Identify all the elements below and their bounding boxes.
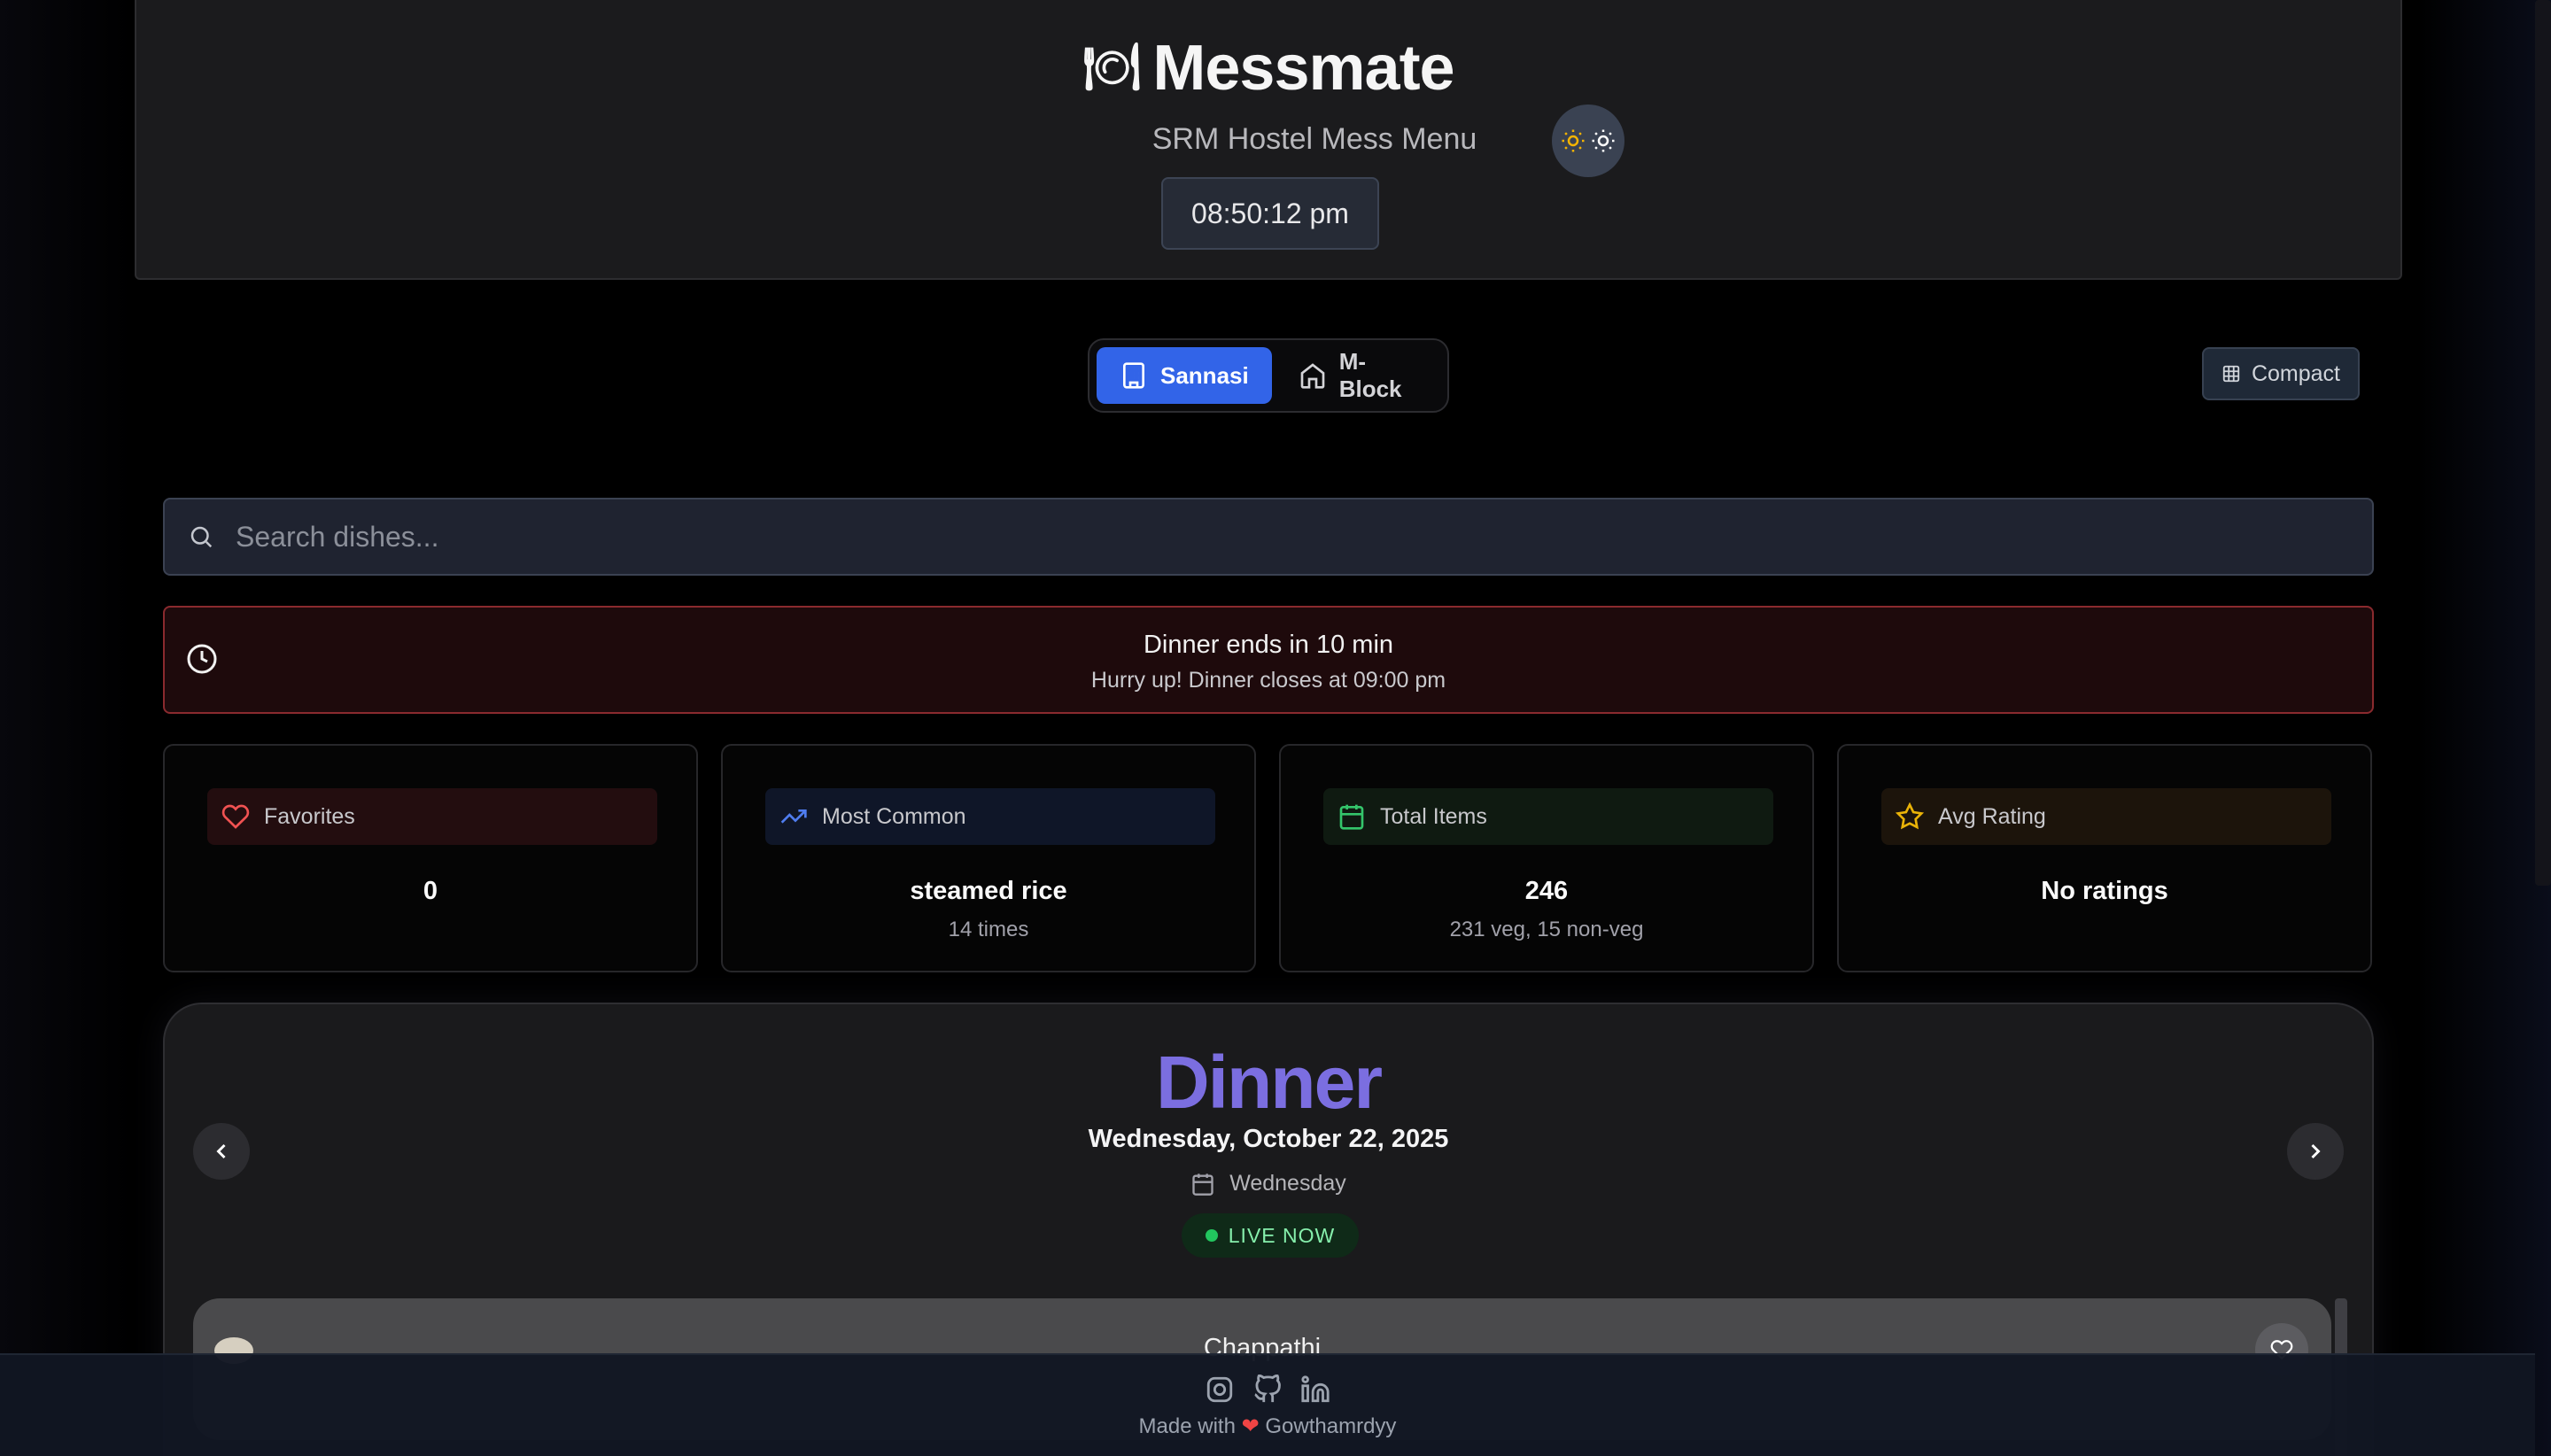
stat-value: steamed rice xyxy=(910,877,1067,905)
current-time: 08:50:12 pm xyxy=(1161,177,1379,250)
compact-view-button[interactable]: Compact xyxy=(2202,347,2360,400)
meal-date: Wednesday, October 22, 2025 xyxy=(1088,1125,1449,1153)
hostel-tab-m-block[interactable]: M-Block xyxy=(1276,347,1440,404)
brand: 🍽 Messmate xyxy=(136,32,2400,105)
plate-icon: 🍽 xyxy=(1082,42,1141,93)
stat-card-avg-rating[interactable]: Avg Rating No ratings xyxy=(1837,744,2372,972)
heart-icon xyxy=(221,802,250,831)
hostel-switcher: Sannasi M-Block xyxy=(1088,338,1449,413)
theme-toggle-button[interactable] xyxy=(1552,105,1624,177)
stat-label: Total Items xyxy=(1323,788,1773,845)
stat-sub: 14 times xyxy=(948,918,1029,941)
stat-card-most-common[interactable]: Most Common steamed rice 14 times xyxy=(721,744,1256,972)
app-title: Messmate xyxy=(1152,33,1454,104)
app-subtitle: SRM Hostel Mess Menu xyxy=(1151,122,1477,156)
live-dot-icon xyxy=(1205,1229,1218,1242)
search-input[interactable] xyxy=(236,520,2273,554)
meal-title: Dinner xyxy=(1155,1041,1383,1124)
stat-value: 246 xyxy=(1524,877,1569,905)
search-icon xyxy=(188,523,214,550)
star-icon xyxy=(1896,802,1924,831)
page-scrollbar[interactable] xyxy=(2535,0,2551,886)
chevron-right-icon xyxy=(2303,1139,2328,1164)
stat-value: 0 xyxy=(423,877,438,905)
footer: Made with ❤ Gowthamrdyy xyxy=(0,1353,2535,1456)
app-page: 🍽 Messmate SRM Hostel Mess Menu 08:50:12 … xyxy=(0,0,2551,1456)
author-name[interactable]: Gowthamrdyy xyxy=(1265,1414,1396,1438)
hostel-tab-label: Sannasi xyxy=(1160,361,1249,389)
github-icon[interactable] xyxy=(1252,1375,1283,1405)
calendar-icon xyxy=(1190,1172,1215,1197)
sun-icon xyxy=(1560,128,1586,154)
search-bar xyxy=(163,498,2374,576)
home-icon xyxy=(1299,361,1327,390)
next-meal-button[interactable] xyxy=(2287,1123,2344,1180)
stat-label: Most Common xyxy=(765,788,1215,845)
chevron-left-icon xyxy=(209,1139,234,1164)
hostel-tab-label: M-Block xyxy=(1338,348,1402,402)
stat-card-favorites[interactable]: Favorites 0 xyxy=(163,744,698,972)
calendar-icon xyxy=(1338,802,1366,831)
alert-title: Dinner ends in 10 min xyxy=(1143,631,1394,659)
heart-icon: ❤ xyxy=(1241,1414,1260,1438)
compact-view-label: Compact xyxy=(2251,360,2341,386)
hostel-tab-sannasi[interactable]: Sannasi xyxy=(1097,347,1272,404)
building-icon xyxy=(1120,361,1148,390)
previous-meal-button[interactable] xyxy=(193,1123,250,1180)
meal-day: Wednesday xyxy=(165,1171,2372,1197)
instagram-icon[interactable] xyxy=(1205,1375,1235,1405)
grid-icon xyxy=(2221,364,2241,383)
trending-up-icon xyxy=(779,802,808,831)
meal-ending-alert: Dinner ends in 10 min Hurry up! Dinner c… xyxy=(163,606,2374,714)
social-links xyxy=(0,1375,2535,1405)
linkedin-icon[interactable] xyxy=(1300,1375,1330,1405)
stat-label: Favorites xyxy=(207,788,657,845)
app-header: 🍽 Messmate SRM Hostel Mess Menu 08:50:12 … xyxy=(135,0,2402,280)
made-with-credit: Made with ❤ Gowthamrdyy xyxy=(1138,1414,1397,1438)
meal-day-label: Wednesday xyxy=(1229,1171,1346,1196)
stat-card-total-items[interactable]: Total Items 246 231 veg, 15 non-veg xyxy=(1279,744,1814,972)
alert-subtitle: Hurry up! Dinner closes at 09:00 pm xyxy=(1090,668,1446,693)
stat-sub: 231 veg, 15 non-veg xyxy=(1449,918,1644,941)
stat-value: No ratings xyxy=(2041,877,2168,905)
stat-label: Avg Rating xyxy=(1881,788,2331,845)
live-status-badge: LIVE NOW xyxy=(1182,1213,1359,1258)
sun-outline-icon xyxy=(1590,128,1617,154)
